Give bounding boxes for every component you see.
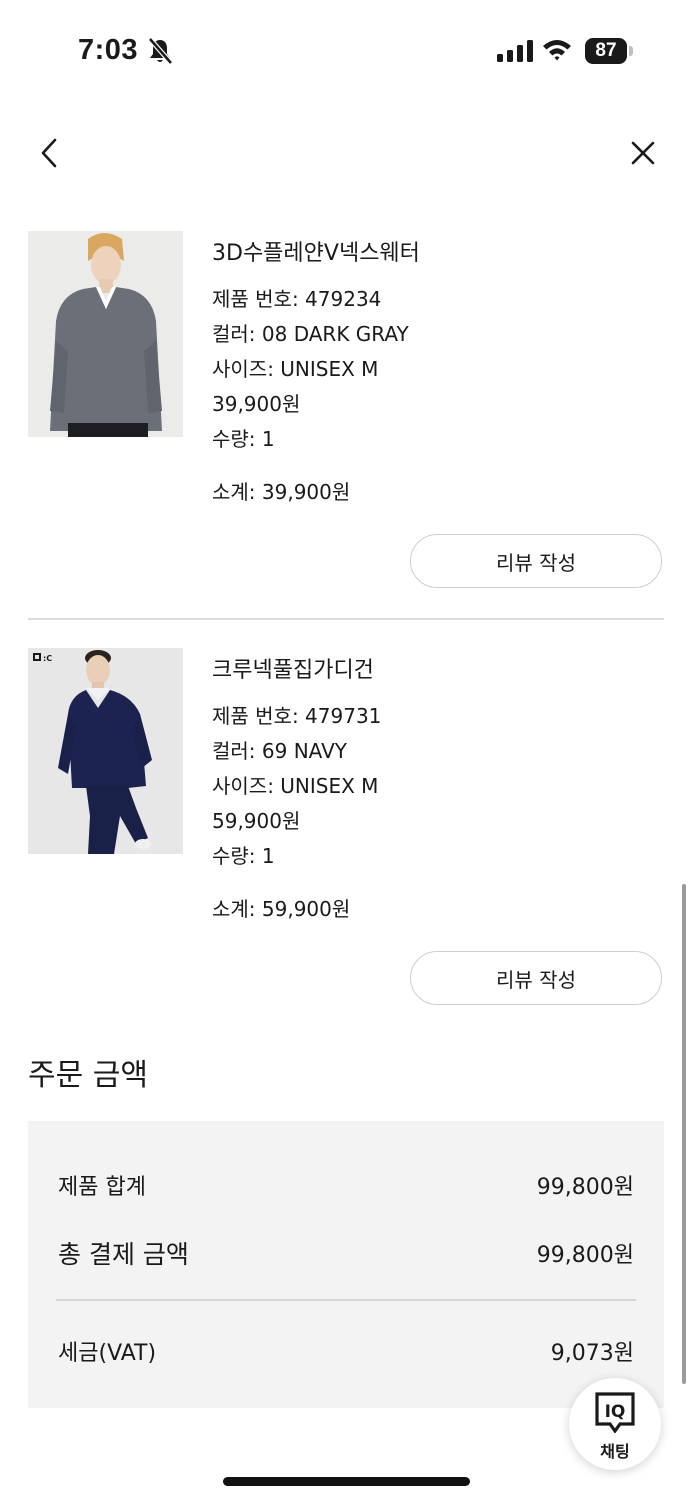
svg-text::C: :C (43, 654, 52, 663)
payment-total-label: 총 결제 금액 (58, 1240, 189, 1269)
chat-button[interactable]: IQ 채팅 (569, 1378, 661, 1470)
product-color: 컬러: 08 DARK GRAY (212, 322, 409, 346)
payment-total-value: 99,800원 (536, 1243, 634, 1268)
product-total-value: 99,800원 (536, 1175, 634, 1200)
product-number: 제품 번호: 479731 (212, 704, 382, 728)
product-price: 39,900원 (212, 392, 301, 416)
product-size: 사이즈: UNISEX M (212, 357, 379, 381)
back-button[interactable] (34, 134, 68, 172)
order-summary-title: 주문 금액 (28, 1058, 148, 1093)
order-item: :C 크루넥풀집가디건 제품 번호: 479731 컬러: 69 NAVY 사이… (28, 648, 664, 1008)
product-name[interactable]: 크루넥풀집가디건 (212, 652, 374, 684)
product-color: 컬러: 69 NAVY (212, 739, 347, 763)
status-bar: 7:03 87 (0, 0, 692, 100)
close-button[interactable] (624, 134, 662, 172)
summary-divider (56, 1299, 636, 1301)
chat-label: 채팅 (600, 1442, 630, 1461)
chat-logo-text: IQ (605, 1402, 626, 1422)
vat-value: 9,073원 (550, 1341, 634, 1366)
cellular-signal-icon (497, 40, 533, 62)
product-quantity: 수량: 1 (212, 427, 275, 451)
order-summary-box: 제품 합계 99,800원 총 결제 금액 99,800원 세금(VAT) 9,… (28, 1121, 664, 1408)
scrollbar-thumb[interactable] (682, 884, 686, 1384)
product-image[interactable] (28, 231, 183, 437)
product-quantity: 수량: 1 (212, 844, 275, 868)
bell-muted-icon (148, 37, 173, 65)
product-price: 59,900원 (212, 809, 301, 833)
vat-label: 세금(VAT) (58, 1341, 157, 1366)
iq-chat-icon: IQ (595, 1392, 635, 1433)
write-review-button[interactable]: 리뷰 작성 (410, 951, 662, 1005)
wifi-icon (543, 40, 571, 61)
product-size: 사이즈: UNISEX M (212, 774, 379, 798)
order-item: 3D수플레얀V넥스웨터 제품 번호: 479234 컬러: 08 DARK GR… (28, 231, 664, 591)
navy-cardigan-photo: :C (28, 648, 183, 854)
home-indicator[interactable] (223, 1477, 470, 1486)
status-time: 7:03 (78, 34, 139, 66)
write-review-button[interactable]: 리뷰 작성 (410, 534, 662, 588)
product-subtotal: 소계: 59,900원 (212, 897, 351, 921)
battery-tip (629, 46, 633, 56)
product-name[interactable]: 3D수플레얀V넥스웨터 (212, 235, 420, 267)
product-number: 제품 번호: 479234 (212, 287, 382, 311)
battery-indicator: 87 (585, 38, 627, 64)
item-divider (28, 618, 664, 620)
product-image[interactable]: :C (28, 648, 183, 854)
product-subtotal: 소계: 39,900원 (212, 480, 351, 504)
gray-v-neck-sweater-photo (28, 231, 183, 437)
product-total-label: 제품 합계 (58, 1175, 146, 1200)
